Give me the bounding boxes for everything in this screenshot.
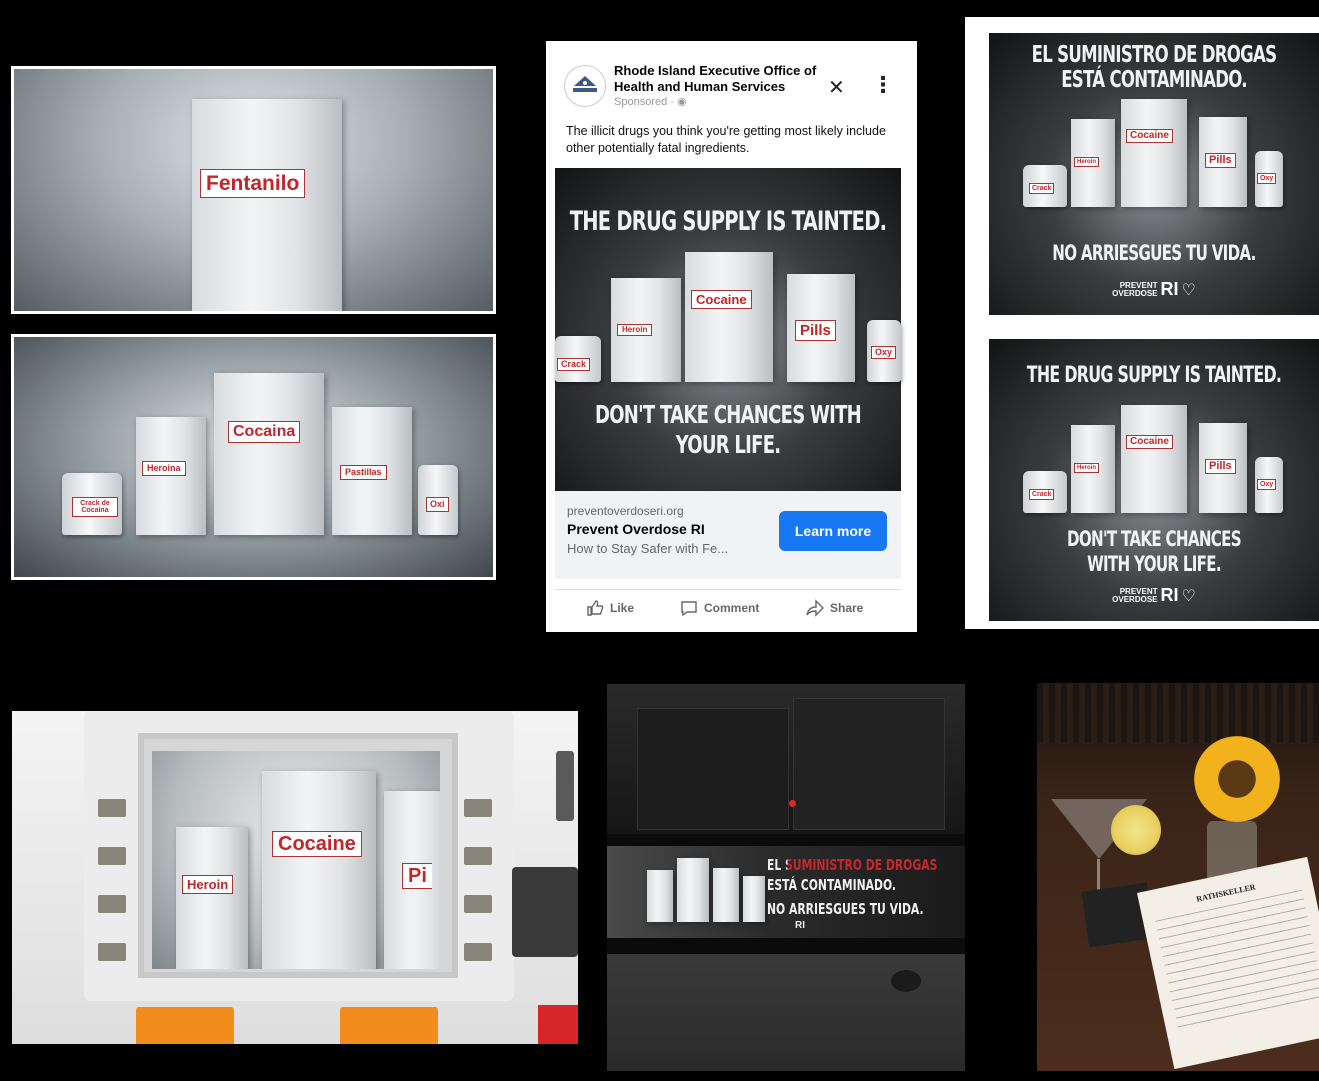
oxy-label: Oxy: [1257, 173, 1277, 184]
pump-button[interactable]: [98, 895, 126, 913]
cocaine-bag: [685, 252, 773, 382]
crack-label: Crack: [557, 358, 591, 371]
pump-screen: Heroin Cocaine Pi: [152, 751, 440, 969]
cocaine-label: Cocaine: [691, 290, 752, 309]
bus-ad-photo: EL SUMINISTRO DE DROGAS ESTÁ CONTAMINADO…: [607, 684, 965, 1071]
english-headline: THE DRUG SUPPLY IS TAINTED.: [1026, 363, 1282, 388]
thumbs-up-icon: [587, 600, 604, 616]
bus-ad-logo: RI: [795, 920, 805, 931]
pastillas-label: Pastillas: [340, 465, 387, 480]
heart-icon: ♡: [1181, 586, 1196, 605]
advertiser-name[interactable]: Rhode Island Executive Office of Health …: [614, 63, 829, 95]
cocaina-label: Cocaina: [228, 421, 301, 443]
pump-button[interactable]: [98, 799, 126, 817]
globe-icon: ◉: [676, 96, 687, 108]
prevent-overdose-ri-logo: PREVENT OVERDOSE RI ♡: [1112, 585, 1196, 605]
paper-bag: [743, 876, 765, 922]
cocaine-label: Cocaine: [272, 831, 362, 857]
spanish-ad: EL SUMINISTRO DE DROGAS ESTÁ CONTAMINADO…: [989, 33, 1319, 315]
bus-wheel: [891, 970, 921, 992]
comment-button[interactable]: Comment: [680, 599, 759, 617]
fentanilo-label: Fentanilo: [200, 169, 306, 198]
pills-label: Pi: [402, 863, 432, 889]
restaurant-table-photo: RATHSKELLER: [1037, 683, 1319, 1071]
heroina-label: Heroina: [142, 461, 186, 476]
share-button[interactable]: Share: [806, 599, 863, 617]
spanish-tagline: NO ARRIESGUES TU VIDA.: [1052, 241, 1256, 265]
cocaine-bag: [262, 771, 376, 969]
close-icon[interactable]: ✕: [828, 75, 845, 99]
spanish-headline: EL SUMINISTRO DE DROGAS ESTÁ CONTAMINADO…: [1031, 42, 1277, 93]
ad-headline: THE DRUG SUPPLY IS TAINTED.: [569, 206, 887, 237]
comment-icon: [681, 601, 697, 617]
pump-button[interactable]: [464, 943, 492, 961]
paper-bag: [192, 99, 342, 311]
pump-button[interactable]: [98, 847, 126, 865]
crack-label: Crack: [1029, 183, 1055, 194]
paper-bag: [647, 870, 673, 922]
heroin-label: Heroin: [1074, 463, 1100, 473]
facebook-sponsored-post: Rhode Island Executive Office of Health …: [546, 41, 917, 632]
cocaine-bag: [1121, 99, 1187, 207]
fentanilo-video-still: Fentanilo: [11, 66, 496, 314]
pills-label: Pills: [795, 320, 836, 341]
heroin-bag: [176, 827, 248, 969]
cocaine-bag: [1121, 405, 1187, 513]
link-description: How to Stay Safer with Fe...: [567, 541, 729, 556]
bus-window: [793, 698, 945, 830]
red-brand-panel: [538, 1005, 578, 1044]
gas-pump-photo: Heroin Cocaine Pi: [12, 711, 578, 1044]
paper-bag: [713, 868, 739, 922]
orange-grade-button: [136, 1007, 234, 1044]
paper-bag: [677, 858, 709, 922]
oxy-label: Oxy: [871, 346, 897, 359]
pills-label: Pills: [1205, 153, 1236, 168]
heroin-label: Heroin: [182, 875, 234, 894]
orange-grade-button: [340, 1007, 438, 1044]
pills-label: Pills: [1205, 459, 1236, 474]
agency-logo-icon: [564, 64, 606, 107]
bus-ad-line2: ESTÁ CONTAMINADO.: [767, 876, 897, 894]
crack-label: Crack de Cocaína: [72, 497, 118, 517]
ad-creative-image[interactable]: THE DRUG SUPPLY IS TAINTED. Crack Heroin…: [555, 168, 901, 491]
pump-button[interactable]: [464, 847, 492, 865]
bus-window: [637, 708, 789, 830]
cocaina-bag: [214, 373, 324, 535]
link-domain: preventoverdoseri.org: [567, 504, 684, 518]
prevent-overdose-ri-logo: PREVENT OVERDOSE RI ♡: [1112, 279, 1196, 299]
heroin-label: Heroin: [617, 324, 653, 336]
english-tagline: DON'T TAKE CHANCES WITH YOUR LIFE.: [1067, 527, 1242, 576]
pump-button[interactable]: [464, 895, 492, 913]
bus-ad-line3: NO ARRIESGUES TU VIDA.: [767, 900, 924, 918]
pump-button[interactable]: [464, 799, 492, 817]
english-ad: THE DRUG SUPPLY IS TAINTED. Crack Heroin…: [989, 339, 1319, 621]
bus-ad-line1: EL SUMINISTRO DE DROGAS: [767, 856, 938, 874]
pump-keypad: [512, 867, 578, 957]
pump-button[interactable]: [98, 943, 126, 961]
heart-icon: ♡: [1181, 280, 1196, 299]
sunflower: [1187, 729, 1287, 829]
menu-card[interactable]: RATHSKELLER: [1137, 856, 1319, 1070]
sponsored-label: Sponsored · ◉: [614, 96, 687, 108]
share-icon: [806, 599, 824, 617]
cocaine-label: Cocaine: [1126, 435, 1173, 449]
learn-more-button[interactable]: Learn more: [779, 511, 887, 551]
oxi-label: Oxi: [426, 497, 449, 512]
like-button[interactable]: Like: [586, 599, 634, 617]
link-title[interactable]: Prevent Overdose RI: [567, 521, 705, 537]
bus-side-ad: EL SUMINISTRO DE DROGAS ESTÁ CONTAMINADO…: [607, 846, 965, 938]
oxy-label: Oxy: [1257, 479, 1277, 490]
cocaina-lineup-still: Crack de Cocaína Heroina Cocaina Pastill…: [11, 334, 496, 580]
heroina-bag: [136, 417, 206, 535]
background-chairs: [1037, 683, 1319, 743]
pump-card-slot: [556, 751, 574, 821]
post-caption: The illicit drugs you think you're getti…: [566, 124, 886, 155]
lemon-slice: [1111, 805, 1161, 855]
ad-tagline: DON'T TAKE CHANCES WITH YOUR LIFE.: [594, 400, 862, 459]
cocaine-label: Cocaine: [1126, 129, 1173, 143]
bus-red-light: [789, 800, 796, 807]
heroin-label: Heroin: [1074, 157, 1100, 167]
more-options-icon[interactable]: ⋮: [872, 73, 894, 98]
crack-label: Crack: [1029, 489, 1055, 500]
